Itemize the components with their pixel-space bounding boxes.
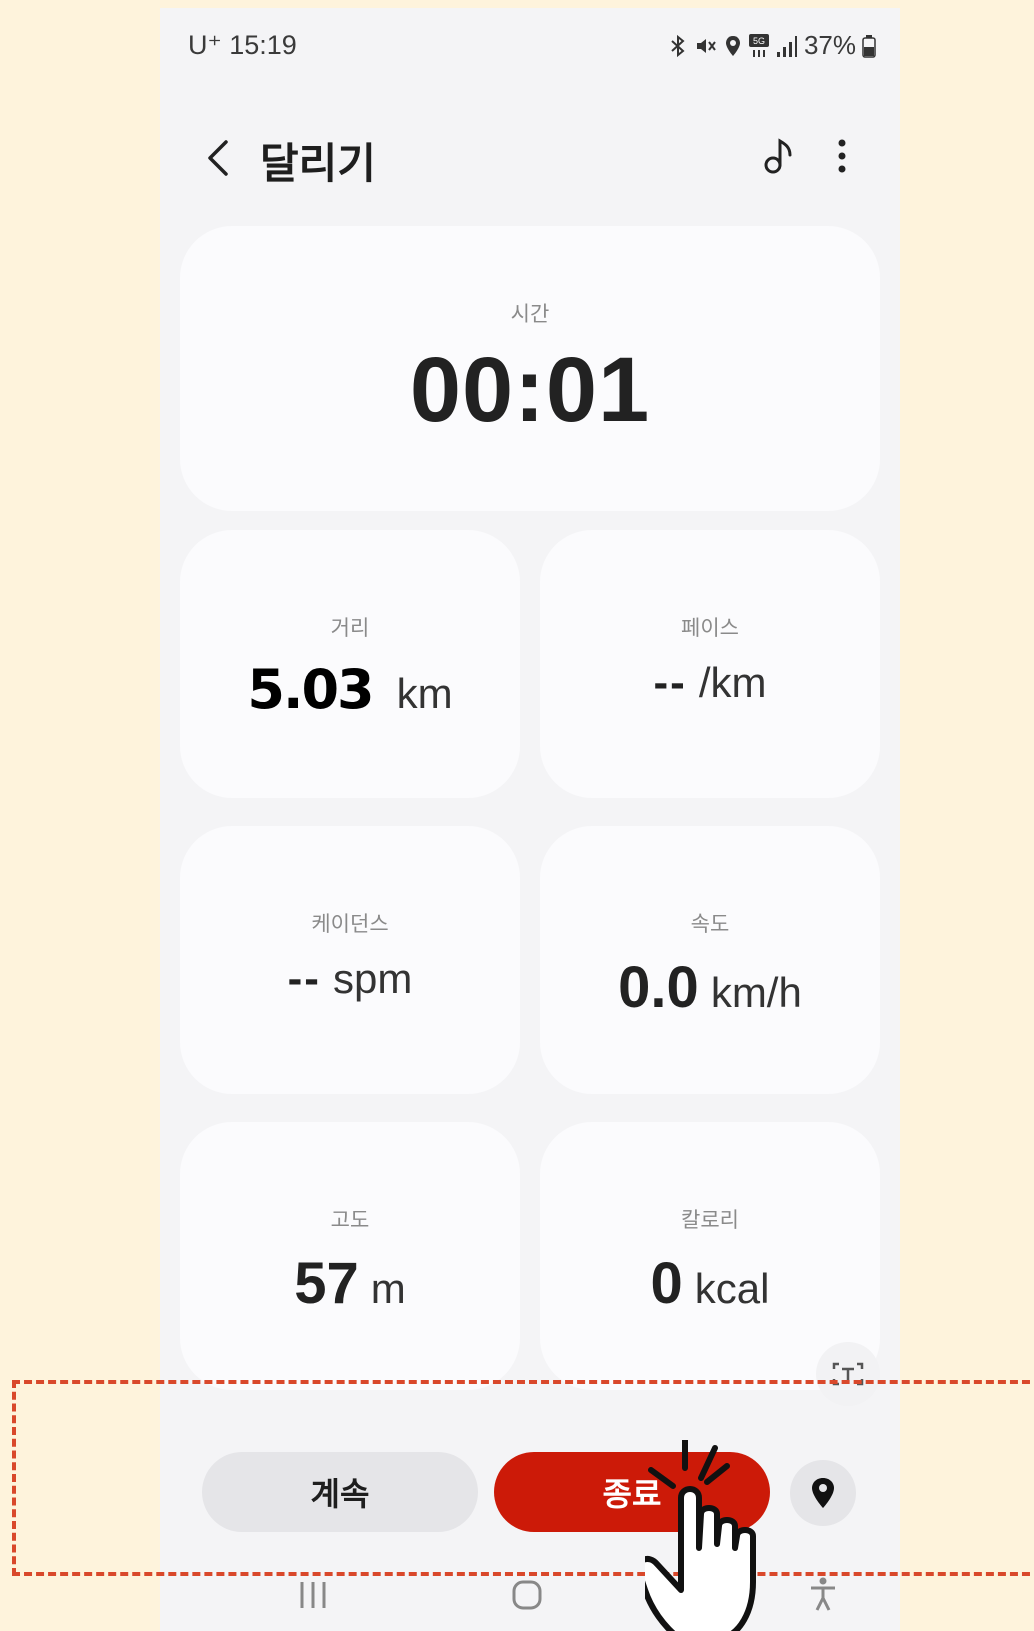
pace-value: -- <box>653 658 687 707</box>
calories-value: 0 <box>650 1251 683 1316</box>
altitude-label: 고도 <box>330 1208 370 1232</box>
cadence-label: 케이던스 <box>311 912 389 936</box>
distance-card: 거리 5.03 km <box>180 530 520 798</box>
home-icon[interactable] <box>510 1578 544 1612</box>
5g-icon: 5G <box>748 33 769 57</box>
pace-card: 페이스 -- /km <box>540 530 880 798</box>
status-bar: U⁺ 15:19 5G 37% <box>160 8 900 78</box>
music-button[interactable] <box>750 126 810 186</box>
speed-unit: km/h <box>710 969 802 1016</box>
signal-icon <box>776 35 797 57</box>
calories-unit: kcal <box>694 1265 770 1312</box>
music-note-icon <box>764 138 792 174</box>
more-vert-icon <box>838 139 846 173</box>
mute-icon <box>696 38 716 53</box>
speed-card: 속도 0.0 km/h <box>540 826 880 1094</box>
status-icons: 5G 37% <box>668 30 876 61</box>
highlight-box <box>12 1380 1034 1576</box>
battery-icon <box>862 34 876 58</box>
recent-apps-icon[interactable] <box>296 1578 330 1612</box>
page-title: 달리기 <box>260 139 376 188</box>
time-card: 시간 00:01 <box>180 226 880 511</box>
distance-unit: km <box>396 670 453 717</box>
app-bar: 달리기 <box>160 108 900 208</box>
bluetooth-icon <box>671 34 685 57</box>
carrier-time: U⁺ 15:19 <box>188 30 297 60</box>
cadence-value: -- <box>287 954 321 1003</box>
speed-value: 0.0 <box>618 955 699 1020</box>
altitude-unit: m <box>370 1265 406 1312</box>
cadence-card: 케이던스 -- spm <box>180 826 520 1094</box>
svg-text:5G: 5G <box>753 36 765 46</box>
more-options-button[interactable] <box>812 126 872 186</box>
pace-unit: /km <box>698 659 767 706</box>
pace-label: 페이스 <box>681 616 739 640</box>
cadence-unit: spm <box>332 955 413 1002</box>
altitude-card: 고도 57 m <box>180 1122 520 1390</box>
altitude-value: 57 <box>294 1251 359 1316</box>
back-button[interactable] <box>190 130 246 186</box>
battery-percent: 37% <box>803 30 856 60</box>
time-label: 시간 <box>510 302 550 326</box>
location-status-icon <box>725 35 740 56</box>
pointer-hand-icon <box>645 1440 756 1631</box>
calories-label: 칼로리 <box>681 1208 739 1232</box>
speed-label: 속도 <box>690 912 730 936</box>
time-value: 00:01 <box>409 339 651 441</box>
distance-value: 5.03 <box>247 658 374 721</box>
back-arrow-icon <box>208 140 228 176</box>
distance-label: 거리 <box>330 616 370 640</box>
